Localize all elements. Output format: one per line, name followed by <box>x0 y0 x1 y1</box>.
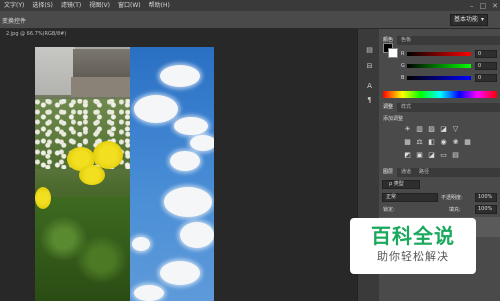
blend-mode-select[interactable]: 正常 <box>382 193 438 202</box>
green-slider-track[interactable] <box>407 64 471 68</box>
cloud <box>160 65 200 87</box>
adjustments-panel-tabs: 调整 样式 <box>379 103 500 112</box>
chevron-down-icon: ▾ <box>480 16 484 23</box>
selective-color-icon[interactable]: ▤ <box>452 152 459 159</box>
menu-item-window[interactable]: 窗口(W) <box>114 0 145 11</box>
menu-item-select[interactable]: 选择(S) <box>28 0 57 11</box>
menu-item-filter[interactable]: 滤镜(T) <box>57 0 85 11</box>
exposure-icon[interactable]: ◪ <box>440 126 447 133</box>
yellow-flower <box>35 187 51 209</box>
fill-label: 填充: <box>449 207 461 213</box>
menu-item-view[interactable]: 视图(V) <box>85 0 114 11</box>
hue-saturation-icon[interactable]: ▦ <box>404 139 411 146</box>
threshold-icon[interactable]: ◪ <box>428 152 435 159</box>
document-tab[interactable]: 2.jpg @ 66.7%(RGB/8#) <box>0 29 140 40</box>
transform-controls-label[interactable]: 变换控件 <box>2 16 26 25</box>
blue-slider-track[interactable] <box>407 76 471 80</box>
cloud <box>134 285 164 301</box>
cloud <box>190 135 214 151</box>
cloud <box>160 261 200 285</box>
curves-icon[interactable]: ▨ <box>428 126 435 133</box>
cloud <box>134 95 178 123</box>
tab-channels[interactable]: 通道 <box>397 168 415 177</box>
gradient-map-icon[interactable]: ▭ <box>440 152 447 159</box>
watermark-title: 百科全说 <box>371 224 455 248</box>
menu-bar: 文字(Y) 选择(S) 滤镜(T) 视图(V) 窗口(W) 帮助(H) – □ … <box>0 0 500 11</box>
layer-filter-select[interactable]: ρ 类型 <box>382 180 420 189</box>
paragraph-icon[interactable]: ¶ <box>364 95 375 105</box>
channel-label: G <box>401 63 405 69</box>
workspace-select[interactable]: 基本功能 ▾ <box>450 14 488 26</box>
image-right-sky <box>130 47 214 301</box>
color-spectrum-bar[interactable] <box>383 91 497 98</box>
options-bar: 变换控件 基本功能 ▾ <box>0 11 500 29</box>
layers-panel-tabs: 图层 通道 路径 <box>379 168 500 177</box>
watermark-subtitle: 助你轻松解决 <box>377 250 449 263</box>
opacity-label: 不透明度: <box>441 195 463 201</box>
lock-label: 锁定: <box>383 207 395 213</box>
tab-paths[interactable]: 路径 <box>415 168 433 177</box>
cloud <box>164 187 212 217</box>
cloud <box>174 117 208 135</box>
channel-label: B <box>401 75 405 81</box>
slider-blue[interactable]: B 0 <box>401 74 497 82</box>
channel-label: R <box>401 51 405 57</box>
image-wall <box>35 47 75 95</box>
background-color-swatch[interactable] <box>388 48 398 58</box>
blue-value-field[interactable]: 0 <box>475 74 497 82</box>
levels-icon[interactable]: ▥ <box>416 126 423 133</box>
image-roof <box>71 77 130 97</box>
watermark-logo: 百科全说 助你轻松解决 <box>350 218 476 274</box>
tab-adjustments[interactable]: 调整 <box>379 103 398 112</box>
cloud <box>180 222 214 248</box>
tab-styles[interactable]: 样式 <box>397 103 415 112</box>
posterize-icon[interactable]: ▣ <box>416 152 423 159</box>
tab-swatches[interactable]: 色板 <box>397 36 415 45</box>
menu-item-type[interactable]: 文字(Y) <box>0 0 28 11</box>
image-leaves <box>35 197 130 301</box>
cloud <box>132 237 150 251</box>
red-value-field[interactable]: 0 <box>475 50 497 58</box>
slider-red[interactable]: R 0 <box>401 50 497 58</box>
color-balance-icon[interactable]: ⚖ <box>416 139 423 146</box>
maximize-button[interactable]: □ <box>480 2 487 10</box>
add-adjustment-label: 添加调整 <box>383 116 404 122</box>
workspace-value: 基本功能 <box>454 16 479 23</box>
menu-item-help[interactable]: 帮助(H) <box>145 0 174 11</box>
image-left-flowers <box>35 47 130 301</box>
yellow-flower <box>79 165 105 185</box>
photo-filter-icon[interactable]: ◉ <box>440 139 447 146</box>
character-icon[interactable]: A <box>364 81 375 91</box>
fill-field[interactable]: 100% <box>475 205 497 214</box>
properties-icon[interactable]: ⊟ <box>364 61 375 71</box>
black-white-icon[interactable]: ◧ <box>428 139 435 146</box>
color-panel-tabs: 颜色 色板 <box>379 36 500 45</box>
invert-icon[interactable]: ◩ <box>404 152 411 159</box>
opacity-field[interactable]: 100% <box>475 193 497 202</box>
yellow-flower <box>93 141 123 169</box>
red-slider-track[interactable] <box>407 52 471 56</box>
vibrance-icon[interactable]: ▽ <box>452 126 459 133</box>
green-value-field[interactable]: 0 <box>475 62 497 70</box>
window-controls: – □ ✕ <box>470 0 498 11</box>
tab-layers[interactable]: 图层 <box>379 168 398 177</box>
close-button[interactable]: ✕ <box>492 2 498 10</box>
brightness-icon[interactable]: ☀ <box>404 126 411 133</box>
color-lookup-icon[interactable]: ▦ <box>464 139 471 146</box>
slider-green[interactable]: G 0 <box>401 62 497 70</box>
history-icon[interactable]: ▤ <box>364 45 375 55</box>
channel-mixer-icon[interactable]: ❀ <box>452 139 459 146</box>
minimize-button[interactable]: – <box>470 2 474 10</box>
cloud <box>170 151 200 171</box>
